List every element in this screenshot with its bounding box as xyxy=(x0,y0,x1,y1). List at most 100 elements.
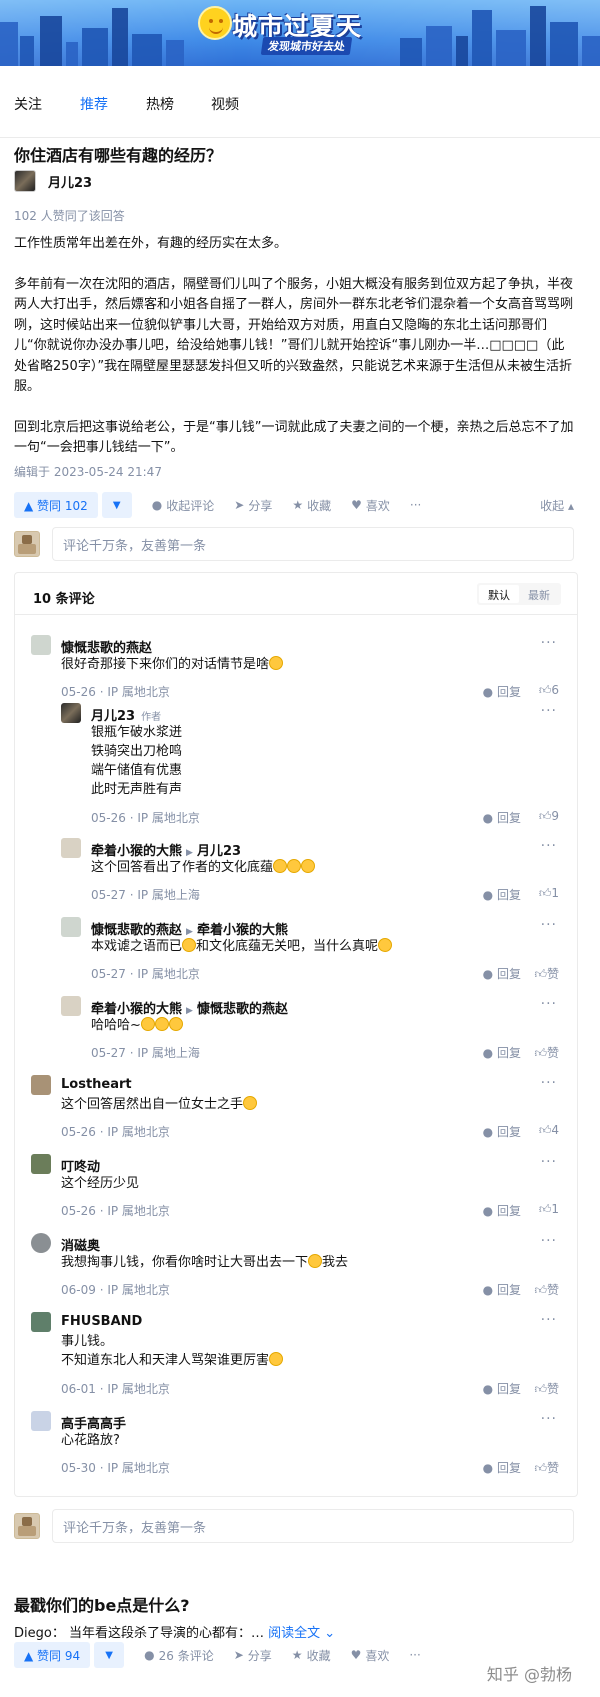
more-button[interactable]: ··· xyxy=(410,498,421,512)
downvote-button[interactable]: ▼ xyxy=(94,1642,125,1668)
comment-sort: 默认 最新 xyxy=(477,583,561,605)
more-icon[interactable]: ··· xyxy=(541,917,557,933)
more-icon[interactable]: ··· xyxy=(541,1154,557,1170)
thumb-icon: 👍︎ xyxy=(538,886,552,900)
share-button[interactable]: ➤ 分享 xyxy=(234,1647,272,1664)
collapse-button[interactable]: 收起 ▴ xyxy=(540,497,574,514)
edited-time: 编辑于 2023-05-24 21:47 xyxy=(14,465,162,479)
comment-meta: 06-09 · IP 属地北京 xyxy=(61,1283,170,1297)
star-icon: ★ xyxy=(291,1648,303,1662)
favorite-button[interactable]: ★ 收藏 xyxy=(292,497,331,514)
read-more-link[interactable]: 阅读全文 ⌄ xyxy=(268,1626,335,1641)
reply-button[interactable]: ● 回复 xyxy=(483,809,521,826)
avatar[interactable] xyxy=(61,917,81,937)
comment-input[interactable]: 评论千万条，友善第一条 xyxy=(52,527,574,561)
comments-button[interactable]: ● 26 条评论 xyxy=(144,1647,214,1664)
sort-default[interactable]: 默认 xyxy=(479,585,519,603)
more-icon[interactable]: ··· xyxy=(541,1233,557,1249)
caret-down-icon: ▼ xyxy=(105,1649,113,1661)
comment-like-button[interactable]: 👍︎4 xyxy=(529,1123,559,1138)
downvote-button[interactable]: ▼ xyxy=(101,492,132,518)
reply-icon: ● xyxy=(482,1125,494,1139)
heart-icon: ♥ xyxy=(350,1648,362,1662)
comment-like-button[interactable]: 👍︎1 xyxy=(529,886,559,901)
excerpt-author: Diego： xyxy=(14,1626,65,1641)
avatar[interactable] xyxy=(31,635,51,655)
comment-like-button[interactable]: 👍︎9 xyxy=(529,809,559,824)
answer-paragraph: 回到北京后把这事说给老公，于是“事儿钱”一词就此成了夫妻之间的一个梗，亲热之后总… xyxy=(14,419,574,456)
tab-follow[interactable]: 关注 xyxy=(14,94,42,114)
reply-button[interactable]: ● 回复 xyxy=(483,683,521,700)
answer-excerpt[interactable]: Diego： 当年看这段杀了导演的心都有：… 阅读全文 ⌄ xyxy=(14,1622,335,1641)
reply-button[interactable]: ● 回复 xyxy=(483,1123,521,1140)
sort-latest[interactable]: 最新 xyxy=(519,585,559,603)
more-icon[interactable]: ··· xyxy=(541,1075,557,1091)
star-icon: ★ xyxy=(292,498,304,512)
more-icon[interactable]: ··· xyxy=(541,838,557,854)
comment-author[interactable]: 牵着小猴的大熊 ▶ 慷慨悲歌的燕赵 xyxy=(91,998,288,1017)
tab-video[interactable]: 视频 xyxy=(211,94,239,114)
avatar[interactable] xyxy=(31,1075,51,1095)
comment-author[interactable]: 叮咚动 xyxy=(61,1156,100,1175)
question-title[interactable]: 最戳你们的be点是什么? xyxy=(14,1592,190,1616)
author-name[interactable]: 月儿23 xyxy=(48,172,92,191)
reply-icon: ● xyxy=(482,1283,494,1297)
thumb-icon: 👍︎ xyxy=(534,1382,547,1396)
comment-author[interactable]: FHUSBAND xyxy=(61,1314,142,1329)
avatar[interactable] xyxy=(61,996,81,1016)
avatar[interactable] xyxy=(31,1312,51,1332)
like-button[interactable]: ♥ 喜欢 xyxy=(351,497,390,514)
favorite-button[interactable]: ★ 收藏 xyxy=(292,1647,331,1664)
question-title[interactable]: 你住酒店有哪些有趣的经历？ xyxy=(14,142,222,166)
comment-meta: 05-27 · IP 属地北京 xyxy=(91,967,200,981)
reply-button[interactable]: ● 回复 xyxy=(483,1380,521,1397)
comment-like-button[interactable]: 👍︎6 xyxy=(529,683,559,698)
more-icon[interactable]: ··· xyxy=(541,635,557,651)
reply-button[interactable]: ● 回复 xyxy=(483,965,521,982)
avatar[interactable] xyxy=(31,1233,51,1253)
collapse-comments-button[interactable]: ● 收起评论 xyxy=(152,497,215,514)
tab-hot[interactable]: 热榜 xyxy=(146,94,174,114)
more-icon[interactable]: ··· xyxy=(541,1312,557,1328)
reply-button[interactable]: ● 回复 xyxy=(483,1202,521,1219)
more-button[interactable]: ··· xyxy=(409,1648,420,1662)
reply-button[interactable]: ● 回复 xyxy=(483,1459,521,1476)
reply-button[interactable]: ● 回复 xyxy=(483,886,521,903)
comment-like-button[interactable]: 👍︎赞 xyxy=(529,965,559,982)
share-button[interactable]: ➤ 分享 xyxy=(234,497,272,514)
comment-author[interactable]: 慷慨悲歌的燕赵 xyxy=(61,637,152,656)
avatar[interactable] xyxy=(61,838,81,858)
comment-like-button[interactable]: 👍︎赞 xyxy=(529,1044,559,1061)
comment-like-button[interactable]: 👍︎1 xyxy=(529,1202,559,1217)
more-icon[interactable]: ··· xyxy=(541,996,557,1012)
comment-like-button[interactable]: 👍︎赞 xyxy=(529,1281,559,1298)
avatar[interactable] xyxy=(31,1154,51,1174)
comment-author[interactable]: 消磁奥 xyxy=(61,1235,100,1254)
comment-author[interactable]: 慷慨悲歌的燕赵 ▶ 牵着小猴的大熊 xyxy=(91,919,288,938)
more-icon[interactable]: ··· xyxy=(541,703,557,719)
like-button[interactable]: ♥ 喜欢 xyxy=(351,1647,390,1664)
watermark: 知乎 @勃杨 xyxy=(486,1665,572,1684)
reply-button[interactable]: ● 回复 xyxy=(483,1044,521,1061)
comment-author[interactable]: 高手高高手 xyxy=(61,1413,126,1432)
comment-author[interactable]: 月儿23 作者 xyxy=(91,705,161,724)
city-summer-banner[interactable]: 城市过夏天 发现城市好去处 xyxy=(0,0,600,66)
chevron-up-icon: ▴ xyxy=(567,498,574,513)
share-icon: ➤ xyxy=(233,1648,244,1662)
comment-like-button[interactable]: 👍︎赞 xyxy=(529,1459,559,1476)
more-icon[interactable]: ··· xyxy=(541,1411,557,1427)
comment-author[interactable]: 牵着小猴的大熊 ▶ 月儿23 xyxy=(91,840,241,859)
tab-recommend[interactable]: 推荐 xyxy=(80,94,108,114)
comment-input[interactable]: 评论千万条，友善第一条 xyxy=(52,1509,574,1543)
comment-author[interactable]: Lostheart xyxy=(61,1077,132,1092)
answer-author[interactable]: 月儿23 xyxy=(14,170,92,192)
avatar[interactable] xyxy=(31,1411,51,1431)
avatar[interactable] xyxy=(14,170,36,192)
reply-button[interactable]: ● 回复 xyxy=(483,1281,521,1298)
comments-header: 10 条评论 默认 最新 xyxy=(15,573,577,615)
comment-meta: 05-26 · IP 属地北京 xyxy=(61,1204,170,1218)
upvote-button[interactable]: ▲ 赞同 102 xyxy=(14,492,98,518)
upvote-button[interactable]: ▲ 赞同 94 xyxy=(14,1642,91,1668)
avatar[interactable] xyxy=(61,703,81,723)
comment-like-button[interactable]: 👍︎赞 xyxy=(529,1380,559,1397)
